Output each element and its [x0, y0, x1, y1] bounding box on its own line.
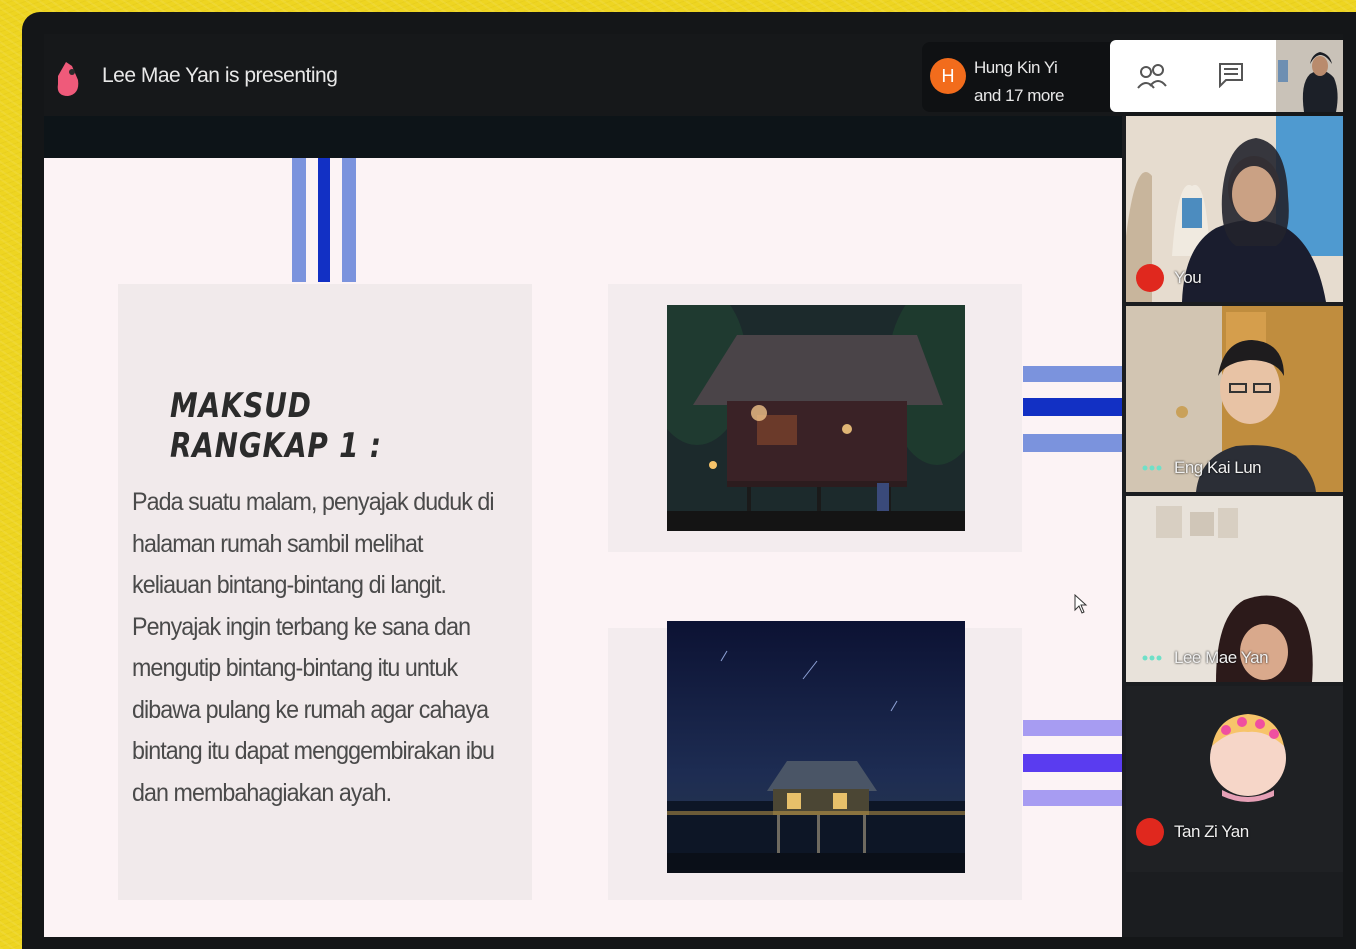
- vertical-stripe-light: [342, 158, 356, 282]
- horizontal-stripe-dark: [1023, 398, 1122, 416]
- image-card-top: [608, 284, 1022, 552]
- text-card: MAKSUD RANGKAP 1 : Pada suatu malam, pen…: [118, 284, 532, 900]
- participant-tiles: You Eng Kai Lun Lee Mae Yan Tan Zi Yan: [1126, 116, 1343, 937]
- top-bar: Lee Mae Yan is presenting H Hung Kin Yi …: [44, 34, 1343, 116]
- self-view-thumbnail[interactable]: [1276, 40, 1343, 112]
- meet-window: Lee Mae Yan is presenting H Hung Kin Yi …: [44, 34, 1343, 937]
- slide-top-band: [44, 116, 1122, 158]
- cursor-icon: [1074, 594, 1088, 614]
- speaking-icon: [1142, 465, 1162, 471]
- tile-name: Tan Zi Yan: [1174, 822, 1249, 841]
- participant-name: Hung Kin Yi: [974, 58, 1058, 77]
- tile-name: You: [1174, 268, 1202, 287]
- horizontal-stripe-violet-dark: [1023, 754, 1122, 772]
- controls-box: [1110, 40, 1276, 112]
- slide-heading: MAKSUD RANGKAP 1 :: [170, 386, 382, 466]
- people-icon[interactable]: [1136, 60, 1172, 92]
- horizontal-stripe-violet-light: [1023, 720, 1122, 736]
- participants-chip[interactable]: H Hung Kin Yi and 17 more: [922, 42, 1112, 112]
- participant-tile[interactable]: Tan Zi Yan: [1126, 686, 1343, 872]
- participant-tile[interactable]: Lee Mae Yan: [1126, 496, 1343, 682]
- vertical-stripe-dark: [318, 158, 330, 282]
- mic-off-icon: [1136, 264, 1164, 292]
- night-house-photo: [667, 305, 965, 531]
- tile-name: Lee Mae Yan: [1174, 648, 1269, 667]
- horizontal-stripe-light: [1023, 434, 1122, 452]
- chat-icon[interactable]: [1218, 62, 1244, 88]
- horizontal-stripe-light: [1023, 366, 1122, 382]
- image-card-bottom: [608, 621, 1022, 900]
- vertical-stripe-light: [292, 158, 306, 282]
- self-view-image: [1276, 40, 1343, 112]
- presenter-icon: [57, 62, 79, 96]
- participant-avatar-image: [1210, 714, 1286, 802]
- participant-more: and 17 more: [974, 86, 1064, 105]
- starry-stilt-house-photo: [667, 621, 965, 873]
- participant-tile[interactable]: You: [1126, 116, 1343, 302]
- horizontal-stripe-violet-light: [1023, 790, 1122, 806]
- participant-avatar: H: [930, 58, 966, 94]
- slide-body-text: Pada suatu malam, penyajak duduk di hala…: [132, 488, 495, 807]
- speaking-icon: [1142, 655, 1162, 661]
- mic-off-icon: [1136, 818, 1164, 846]
- tile-name: Eng Kai Lun: [1174, 458, 1262, 477]
- participant-tile[interactable]: Eng Kai Lun: [1126, 306, 1343, 492]
- presenting-status: Lee Mae Yan is presenting: [102, 64, 338, 87]
- presentation-slide: MAKSUD RANGKAP 1 : Pada suatu malam, pen…: [44, 158, 1122, 937]
